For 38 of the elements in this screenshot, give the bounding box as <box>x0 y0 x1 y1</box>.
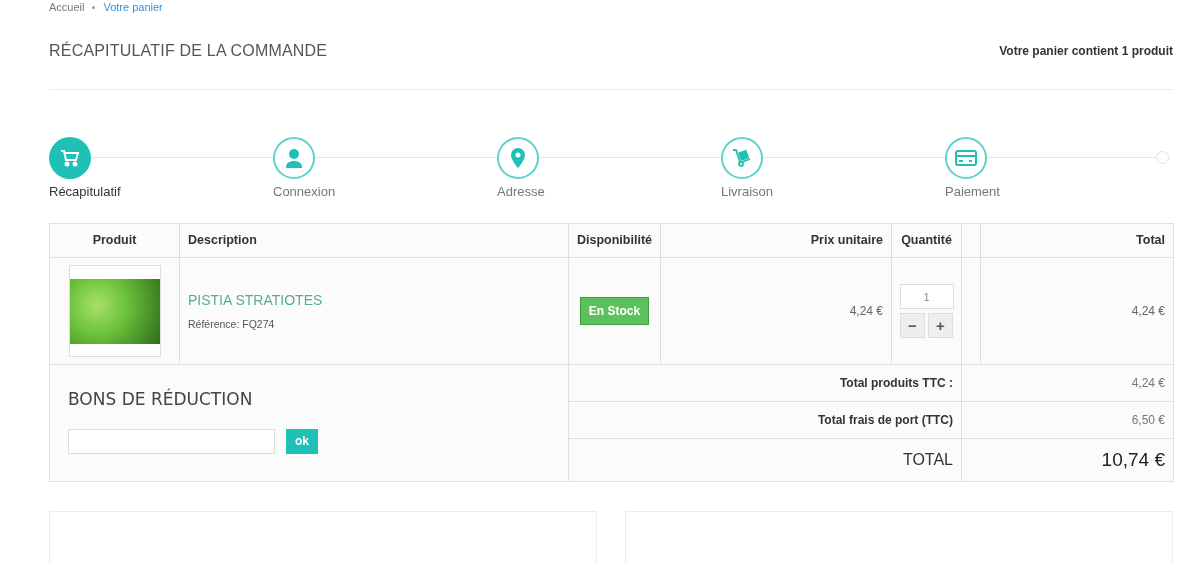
breadcrumb-link[interactable]: Accueil <box>49 1 85 13</box>
step-label[interactable]: Adresse <box>497 182 545 202</box>
cart-icon <box>60 149 80 167</box>
column-header: Prix unitaire <box>660 223 892 258</box>
total-value: 6,50 € <box>961 401 1174 439</box>
voucher-title: BONS DE RÉDUCTION <box>68 387 254 411</box>
decrease-button[interactable]: − <box>900 313 925 338</box>
column-header: Disponibilité <box>568 223 661 258</box>
cart-count: Votre panier contient 1 produit <box>999 43 1173 60</box>
step-label[interactable]: Paiement <box>945 182 1000 202</box>
step-label[interactable]: Livraison <box>721 182 774 202</box>
total-label: Total produits TTC : <box>568 364 962 402</box>
voucher-field[interactable] <box>68 428 275 454</box>
column-header: Total <box>980 223 1174 258</box>
product-name-link[interactable]: PISTIA STRATIOTES <box>188 289 560 311</box>
breadcrumb-separator-icon <box>92 5 96 9</box>
product-thumbnail[interactable] <box>68 265 161 357</box>
quantity-field[interactable]: 1 <box>899 284 954 309</box>
total-label: TOTAL <box>568 438 962 482</box>
column-header: Description <box>179 223 569 258</box>
page-title: RÉCAPITULATIF DE LA COMMANDE <box>49 40 328 61</box>
breadcrumb-link[interactable]: Votre panier <box>103 1 163 13</box>
column-header: Produit <box>49 223 180 258</box>
step-label[interactable]: Connexion <box>273 182 336 202</box>
total-value: 10,74 € <box>961 438 1174 482</box>
unit-price: 4,24 € <box>660 257 892 365</box>
total-value: 4,24 € <box>961 364 1174 402</box>
line-total: 4,24 € <box>980 257 1174 365</box>
user-icon <box>285 148 303 168</box>
credit-card-icon <box>955 150 977 166</box>
increase-button[interactable]: + <box>928 313 953 338</box>
step-label[interactable]: Récapitulatif <box>49 182 121 202</box>
total-label: Total frais de port (TTC) <box>568 401 962 439</box>
location-pin-icon <box>511 148 525 168</box>
hand-truck-icon <box>732 148 752 168</box>
column-header: Quantité <box>891 223 962 258</box>
stock-badge: En Stock <box>579 297 650 325</box>
product-reference: Référence: FQ274 <box>188 316 276 332</box>
